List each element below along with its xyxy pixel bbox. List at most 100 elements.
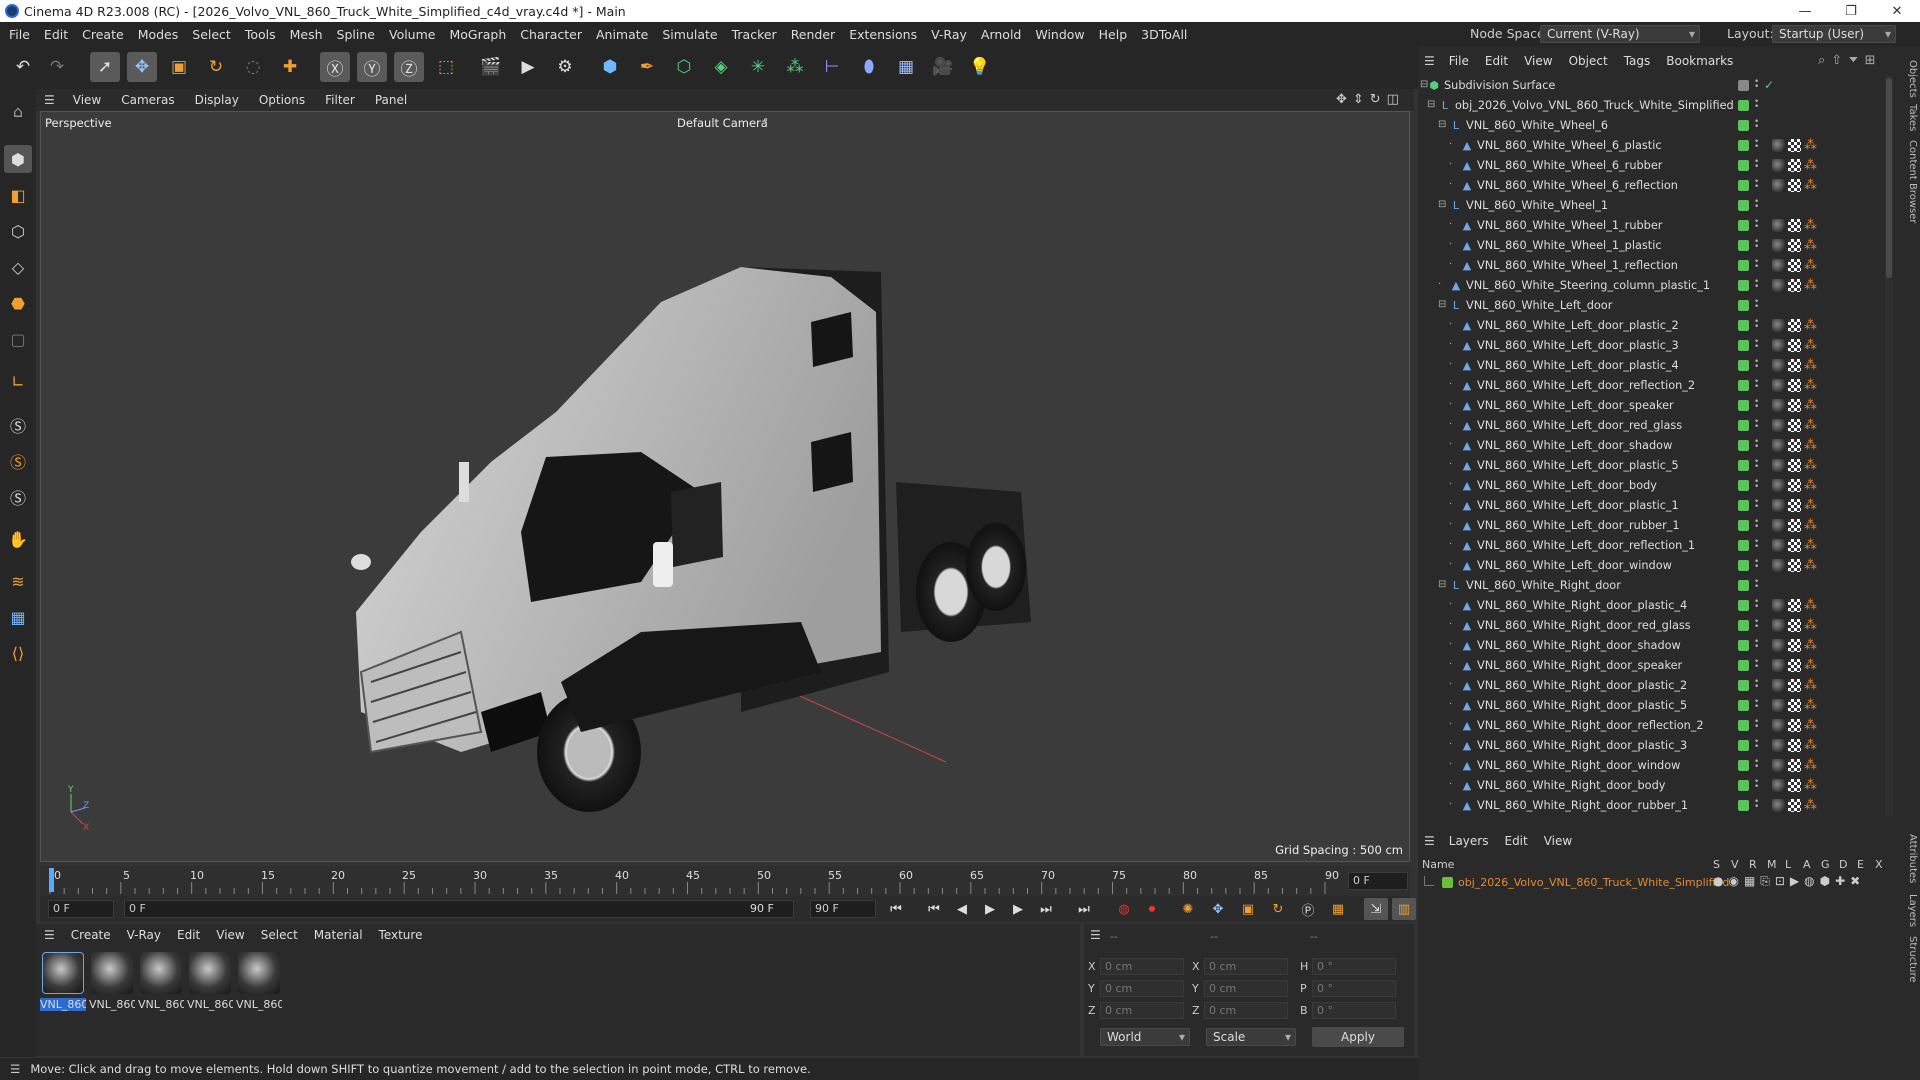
object-name[interactable]: VNL_860_White_Left_door_window: [1477, 559, 1672, 572]
tree-expand-icon[interactable]: ·: [1449, 319, 1452, 330]
phong-tag-icon[interactable]: ⁂: [1804, 699, 1817, 712]
object-row[interactable]: · ▲ VNL_860_White_Left_door_window • • ⁂: [1418, 556, 1884, 576]
menu-vray[interactable]: V-Ray: [924, 27, 974, 42]
visibility-dots[interactable]: • •: [1754, 658, 1759, 672]
material-menu-create[interactable]: Create: [63, 928, 119, 942]
record-icon[interactable]: ⏺: [1140, 898, 1164, 920]
object-row[interactable]: · ▲ VNL_860_White_Wheel_1_rubber • • ⁂: [1418, 216, 1884, 236]
material-tag-icon[interactable]: [1772, 639, 1785, 652]
field-icon[interactable]: ⬮: [854, 52, 884, 82]
object-name[interactable]: VNL_860_White_Wheel_1_rubber: [1477, 219, 1662, 232]
layer-color-tag[interactable]: [1738, 180, 1749, 191]
tree-expand-icon[interactable]: ·: [1449, 259, 1452, 270]
viewport-menu-view[interactable]: View: [63, 93, 111, 107]
redo-icon[interactable]: ↷: [42, 52, 72, 82]
timeline-ruler[interactable]: 0 5 10 15 20 25 30 35 40 45 50 55 60 65 …: [40, 866, 1410, 896]
object-scrollbar[interactable]: [1885, 76, 1893, 816]
phong-tag-icon[interactable]: ⁂: [1804, 259, 1817, 272]
layers-hamburger-icon[interactable]: ☰: [1418, 834, 1441, 848]
uvw-tag-icon[interactable]: [1788, 799, 1801, 812]
grid-icon[interactable]: ▦: [4, 603, 32, 631]
layer-flag-render[interactable]: R: [1749, 858, 1757, 871]
phong-tag-icon[interactable]: ⁂: [1804, 779, 1817, 792]
material-name[interactable]: VNL_860: [187, 998, 233, 1011]
autokey-icon[interactable]: ◍: [1112, 898, 1136, 920]
material-swatch[interactable]: [140, 952, 182, 994]
go-to-end-icon[interactable]: ⏭: [1072, 898, 1096, 920]
tree-expand-icon[interactable]: ·: [1449, 799, 1452, 810]
subdivision-surface-icon[interactable]: ⬡: [669, 52, 699, 82]
phong-tag-icon[interactable]: ⁂: [1804, 439, 1817, 452]
x-axis-icon[interactable]: Ⓧ: [320, 52, 350, 82]
side-tab-attributes[interactable]: Attributes: [1900, 834, 1918, 883]
layer-color-tag[interactable]: [1738, 580, 1749, 591]
camera-icon[interactable]: 🎥: [928, 52, 958, 82]
phong-tag-icon[interactable]: ⁂: [1804, 679, 1817, 692]
layer-color-tag[interactable]: [1738, 460, 1749, 471]
material-tag-icon[interactable]: [1772, 259, 1785, 272]
phong-tag-icon[interactable]: ⁂: [1804, 419, 1817, 432]
object-name[interactable]: VNL_860_White_Right_door_body: [1477, 779, 1665, 792]
material-name[interactable]: VNL_860: [236, 998, 282, 1011]
material-tag-icon[interactable]: [1772, 479, 1785, 492]
object-row[interactable]: · ▲ VNL_860_White_Right_door_window • • ⁂: [1418, 756, 1884, 776]
phong-tag-icon[interactable]: ⁂: [1804, 219, 1817, 232]
object-menu-object[interactable]: Object: [1561, 54, 1616, 68]
phong-tag-icon[interactable]: ⁂: [1804, 739, 1817, 752]
tree-expand-icon[interactable]: ·: [1449, 499, 1452, 510]
object-row[interactable]: · ▲ VNL_860_White_Steering_column_plastic_…: [1418, 276, 1884, 296]
object-row[interactable]: · ▲ VNL_860_White_Left_door_rubber_1 • • ⁂: [1418, 516, 1884, 536]
visibility-dots[interactable]: • •: [1754, 238, 1759, 252]
phong-tag-icon[interactable]: ⁂: [1804, 359, 1817, 372]
tree-expand-icon[interactable]: ·: [1449, 739, 1452, 750]
tree-expand-icon[interactable]: ·: [1449, 159, 1452, 170]
material-tag-icon[interactable]: [1772, 279, 1785, 292]
rot-h-field[interactable]: 0 °: [1312, 958, 1396, 975]
layer-color-tag[interactable]: [1738, 740, 1749, 751]
side-tab-objects[interactable]: Objects: [1900, 60, 1918, 98]
layer-color-tag[interactable]: [1738, 340, 1749, 351]
film-icon[interactable]: ▥: [1392, 898, 1416, 920]
uvw-tag-icon[interactable]: [1788, 499, 1801, 512]
tree-expand-icon[interactable]: ·: [1449, 599, 1452, 610]
object-name[interactable]: VNL_860_White_Wheel_6_plastic: [1477, 139, 1662, 152]
layer-flag-icons[interactable]: ●◉▦⎘⊡▶◍⬢✚✖: [1713, 874, 1865, 889]
visibility-dots[interactable]: • •: [1754, 358, 1759, 372]
material-menu-view[interactable]: View: [208, 928, 252, 942]
material-tag-icon[interactable]: [1772, 179, 1785, 192]
layer-color-tag[interactable]: [1738, 540, 1749, 551]
key-rotation-icon[interactable]: ↻: [1266, 898, 1290, 920]
material-tag-icon[interactable]: [1772, 339, 1785, 352]
uvw-tag-icon[interactable]: [1788, 519, 1801, 532]
tree-expand-icon[interactable]: ·: [1449, 439, 1452, 450]
object-name[interactable]: VNL_860_White_Right_door_window: [1477, 759, 1680, 772]
menu-edit[interactable]: Edit: [37, 27, 75, 42]
object-menu-tags[interactable]: Tags: [1616, 54, 1659, 68]
material-tag-icon[interactable]: [1772, 439, 1785, 452]
menu-create[interactable]: Create: [75, 27, 131, 42]
pos-z-field[interactable]: 0 cm: [1100, 1002, 1184, 1019]
visibility-dots[interactable]: • •: [1754, 78, 1759, 92]
layer-color-tag[interactable]: [1738, 620, 1749, 631]
menu-modes[interactable]: Modes: [131, 27, 186, 42]
transform-tool-icon[interactable]: ✚: [275, 52, 305, 82]
size-z-field[interactable]: 0 cm: [1204, 1002, 1288, 1019]
uvw-tag-icon[interactable]: [1788, 619, 1801, 632]
layer-color-tag[interactable]: [1738, 800, 1749, 811]
minimize-button[interactable]: —: [1782, 0, 1828, 22]
object-name[interactable]: VNL_860_White_Left_door_reflection_2: [1477, 379, 1695, 392]
render-view-icon[interactable]: 🎬: [476, 52, 506, 82]
material-swatch[interactable]: [91, 952, 133, 994]
layers-menu-layers[interactable]: Layers: [1441, 834, 1497, 848]
menu-help[interactable]: Help: [1092, 27, 1135, 42]
deformer-icon[interactable]: ⊢: [817, 52, 847, 82]
uvw-tag-icon[interactable]: [1788, 719, 1801, 732]
uvw-tag-icon[interactable]: [1788, 439, 1801, 452]
side-tab-layers[interactable]: Layers: [1900, 894, 1918, 927]
object-name[interactable]: VNL_860_White_Left_door_plastic_5: [1477, 459, 1679, 472]
material-tag-icon[interactable]: [1772, 139, 1785, 152]
object-name[interactable]: VNL_860_White_Right_door_plastic_2: [1477, 679, 1687, 692]
object-name[interactable]: VNL_860_White_Left_door_plastic_2: [1477, 319, 1679, 332]
hamburger-icon[interactable]: ☰: [36, 93, 63, 107]
uvw-tag-icon[interactable]: [1788, 659, 1801, 672]
